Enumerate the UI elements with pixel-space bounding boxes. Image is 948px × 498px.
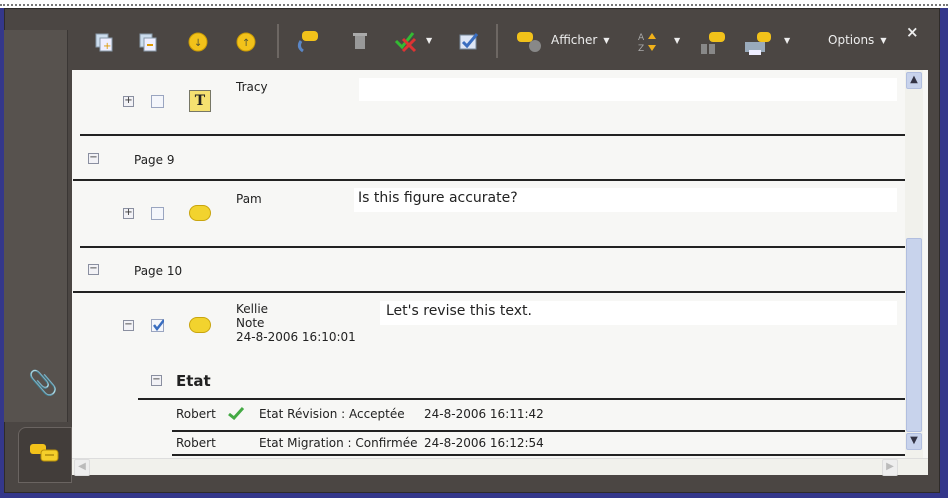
checkmark-icon[interactable] <box>456 28 482 54</box>
comments-icon <box>28 440 62 466</box>
status-collapse-toggle[interactable]: − <box>151 375 162 386</box>
svg-text:+: + <box>103 41 111 52</box>
svg-text:↑: ↑ <box>242 38 250 49</box>
search-comments-icon[interactable] <box>696 28 728 58</box>
expand-all-icon[interactable]: + <box>92 30 116 54</box>
previous-arrow-icon[interactable]: ↑ <box>234 30 258 54</box>
reply-icon[interactable] <box>292 28 322 56</box>
sort-icon[interactable]: AZ <box>636 28 662 56</box>
collapse-all-icon[interactable] <box>136 30 160 54</box>
trash-icon[interactable] <box>348 28 372 54</box>
comment-author: Tracy <box>236 80 268 94</box>
accepted-check-icon <box>226 405 246 421</box>
page-collapse-toggle[interactable]: − <box>88 264 99 275</box>
note-icon <box>189 205 211 221</box>
page-collapse-toggle[interactable]: − <box>88 153 99 164</box>
comment-text-field[interactable] <box>359 78 897 101</box>
page-label: Page 9 <box>134 153 175 167</box>
svg-text:A: A <box>638 33 645 43</box>
svg-text:↓: ↓ <box>194 38 202 49</box>
options-label: Options <box>828 33 875 47</box>
status-text: Etat Migration : Confirmée <box>259 436 418 450</box>
show-icon[interactable] <box>514 28 544 56</box>
status-date: 24-8-2006 16:11:42 <box>424 407 544 421</box>
print-dropdown-arrow[interactable]: ▼ <box>784 26 790 54</box>
comment-checkbox[interactable] <box>151 95 164 108</box>
scroll-up-button[interactable]: ▲ <box>906 72 922 89</box>
vertical-scrollbar[interactable]: ▲ ▼ <box>905 70 923 460</box>
status-dropdown-arrow[interactable]: ▼ <box>426 26 432 54</box>
comment-checkbox-checked[interactable] <box>151 319 164 332</box>
horizontal-scrollbar[interactable]: ◀ ▶ <box>72 458 928 476</box>
print-comments-icon[interactable] <box>742 28 774 58</box>
comment-checkbox[interactable] <box>151 207 164 220</box>
show-label: Afficher <box>551 33 598 47</box>
dotted-border <box>0 4 948 6</box>
svg-text:Z: Z <box>638 44 644 54</box>
options-button[interactable]: Options ▼ <box>828 26 886 54</box>
sort-dropdown-arrow[interactable]: ▼ <box>674 26 680 54</box>
status-user: Robert <box>176 407 216 421</box>
status-text: Etat Révision : Acceptée <box>259 407 405 421</box>
comment-author: Kellie <box>236 302 269 316</box>
next-arrow-icon[interactable]: ↓ <box>186 30 210 54</box>
note-icon <box>189 317 211 333</box>
status-user: Robert <box>176 436 216 450</box>
comment-date: 24-8-2006 16:10:01 <box>236 330 356 344</box>
collapse-toggle[interactable]: − <box>123 320 134 331</box>
page-label: Page 10 <box>134 264 183 278</box>
set-status-icon[interactable] <box>392 28 420 54</box>
attachments-tab[interactable] <box>4 30 68 422</box>
status-date: 24-8-2006 16:12:54 <box>424 436 544 450</box>
scroll-down-button[interactable]: ▼ <box>906 433 922 450</box>
comments-list: + T Tracy − Page 9 + Pam Is this figure … <box>72 70 928 475</box>
text-annotation-icon: T <box>189 90 211 112</box>
close-button[interactable]: × <box>906 18 919 46</box>
comment-type: Note <box>236 316 265 330</box>
scroll-left-button[interactable]: ◀ <box>74 459 90 476</box>
comment-text-field[interactable]: Is this figure accurate? <box>354 188 897 212</box>
show-button[interactable]: Afficher ▼ <box>551 26 610 54</box>
paperclip-icon[interactable]: 📎 <box>28 368 58 398</box>
expand-toggle[interactable]: + <box>123 208 134 219</box>
comment-text-field[interactable]: Let's revise this text. <box>380 301 897 325</box>
scroll-right-button[interactable]: ▶ <box>882 459 898 476</box>
status-heading: Etat <box>176 372 211 390</box>
expand-toggle[interactable]: + <box>123 96 134 107</box>
scrollbar-thumb[interactable] <box>906 238 922 432</box>
comment-author: Pam <box>236 192 262 206</box>
